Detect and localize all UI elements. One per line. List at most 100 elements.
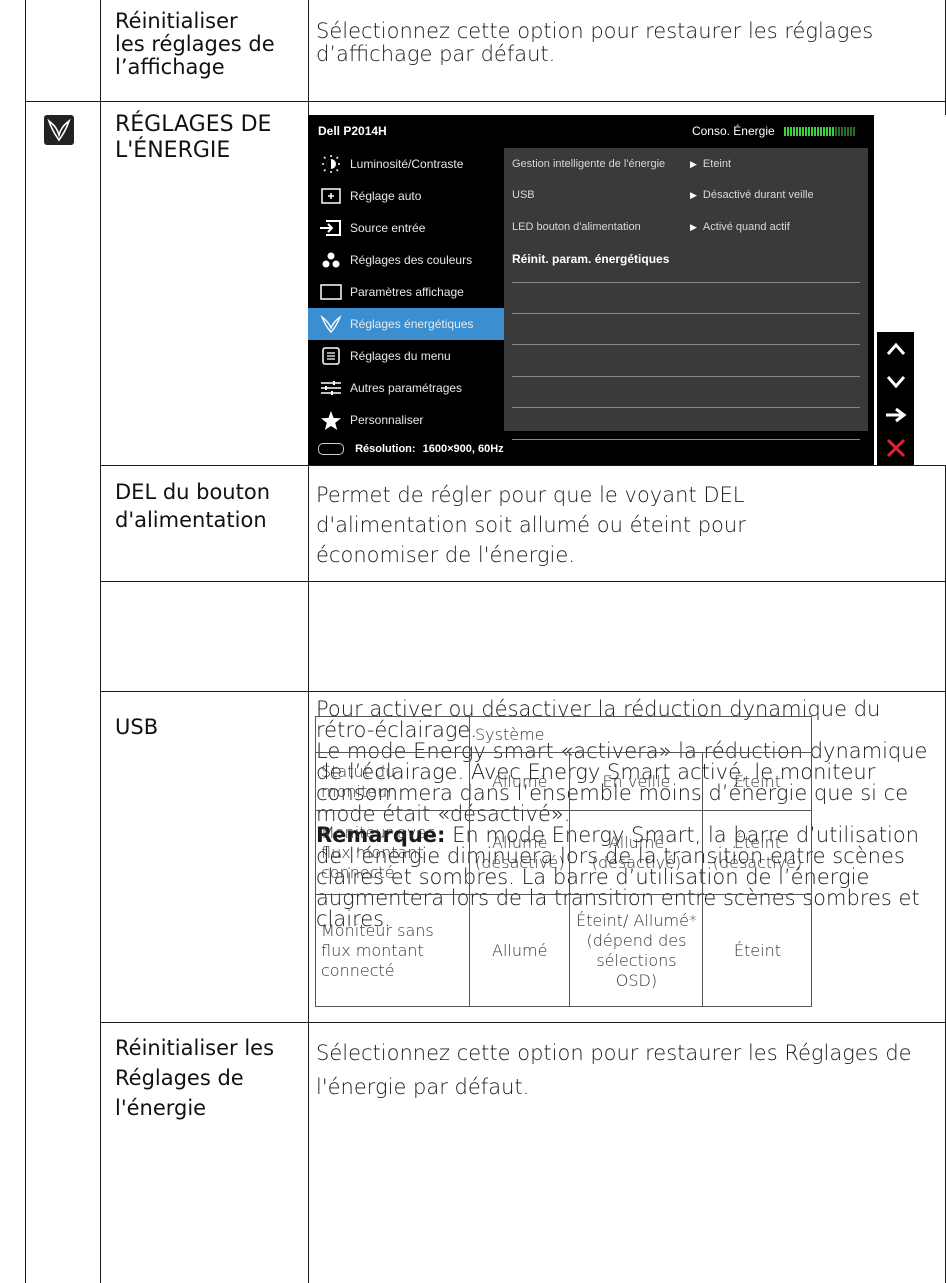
table-cell: Allumé (désactivé) (468, 810, 571, 895)
osd-submenu: Gestion intelligente de l'énergie Eteint U… (504, 148, 868, 440)
down-arrow-icon[interactable] (877, 365, 914, 398)
osd-energy-consumption: Conso. Énergie (692, 124, 856, 138)
energy-meter-segment (784, 127, 786, 137)
osd-menu-item-label: Réglages des couleurs (350, 253, 473, 267)
energy-meter-segment (844, 127, 846, 137)
table-cell: En veille (569, 752, 704, 811)
reset-energy-label: Réinitialiser les Réglages de l'énergie (115, 1036, 275, 1120)
reset-energy-description: Sélectionnez cette option pour restaurer… (316, 1041, 912, 1099)
energy-meter-segment (811, 127, 813, 137)
energy-meter-segment (814, 127, 816, 137)
energy-leaf-icon (44, 115, 74, 145)
energy-meter (784, 127, 856, 137)
label-column-border (308, 465, 309, 1283)
energy-meter-segment (820, 127, 822, 137)
osd-menu-item-label: Réglage auto (350, 189, 422, 203)
energy-meter-segment (853, 127, 855, 137)
star-icon (320, 411, 342, 430)
osd-menu-item-label: Personnaliser (350, 413, 424, 427)
icon-column-border (100, 0, 101, 1283)
energy-meter-segment (823, 127, 825, 137)
osd-menu-item[interactable]: Source entrée (308, 212, 504, 244)
energy-meter-segment (838, 127, 840, 137)
osd-menu-item[interactable]: Réglage auto (308, 180, 504, 212)
energy-meter-segment (799, 127, 801, 137)
table-row-label: Statut du moniteur (315, 752, 470, 811)
osd-menu-item-label: Réglages du menu (350, 349, 451, 363)
osd-option-name: USB (512, 189, 535, 202)
label-column-border (308, 0, 309, 115)
energy-meter-segment (802, 127, 804, 137)
osd-menu-item[interactable]: Réglages du menu (308, 340, 504, 372)
osd-menu-item-label: Luminosité/Contraste (350, 157, 464, 171)
input-source-icon (320, 219, 342, 237)
osd-menu-item[interactable]: Autres paramétrages (308, 372, 504, 404)
osd-navigation-buttons (877, 332, 914, 465)
row-divider (100, 465, 946, 466)
osd-model-name: Dell P2014H (318, 124, 387, 138)
energy-meter-segment (787, 127, 789, 137)
osd-row-separator (512, 281, 860, 283)
osd-option-row[interactable]: LED bouton d'alimentation Activé quand ac… (512, 211, 860, 243)
osd-option-value: Désactivé durant veille (690, 189, 814, 201)
osd-option-name: Gestion intelligente de l'énergie (512, 158, 666, 170)
energy-meter-segment (808, 127, 810, 137)
table-cell: Allumé (désactivé) (569, 810, 704, 895)
osd-menu-item-label: Source entrée (350, 221, 426, 235)
energy-meter-segment (841, 127, 843, 137)
color-settings-icon (320, 251, 342, 269)
energy-meter-segment (793, 127, 795, 137)
reset-display-label: Réinitialiser les réglages de l’affichag… (115, 9, 275, 79)
resolution-icon (318, 443, 344, 456)
menu-settings-icon (320, 347, 342, 365)
table-row-label: Moniteur avec flux montant connecté (315, 810, 470, 895)
power-led-label: DEL du bouton d'alimentation (115, 480, 271, 532)
osd-menu-item[interactable]: Réglages énergétiques (308, 308, 504, 340)
osd-row-separator (512, 344, 860, 346)
osd-option-row[interactable]: USB Désactivé durant veille (512, 179, 860, 211)
energy-meter-segment (826, 127, 828, 137)
energy-meter-segment (817, 127, 819, 137)
up-arrow-icon[interactable] (877, 332, 914, 365)
row-divider (100, 581, 946, 582)
energy-meter-segment (832, 127, 834, 137)
table-row: Moniteur sans flux montant connecté Allum… (315, 894, 813, 1007)
table-cell: Éteint/ Allumé*(dépend des sélections OS… (569, 894, 704, 1007)
table-row: Moniteur avec flux montant connecté Allum… (315, 810, 813, 895)
table-cell: Éteint (702, 752, 813, 811)
osd-menu-item-label: Réglages énergétiques (350, 317, 474, 331)
osd-option-name: LED bouton d'alimentation (512, 220, 641, 233)
osd-main-menu: Luminosité/Contraste Réglage auto Source e… (308, 148, 504, 436)
osd-menu-screenshot: Dell P2014H Conso. Énergie Luminosité/Co… (308, 115, 874, 465)
other-settings-icon (320, 379, 342, 397)
close-icon[interactable] (877, 431, 914, 464)
table-cell: Allumé (468, 752, 571, 811)
energy-meter-segment (790, 127, 792, 137)
osd-menu-item[interactable]: Luminosité/Contraste (308, 148, 504, 180)
row-divider (25, 101, 946, 102)
osd-menu-item-label: Autres paramétrages (350, 381, 463, 395)
energy-leaf-icon (320, 314, 342, 333)
table-cell: Allumé (468, 894, 571, 1007)
auto-adjust-icon (320, 187, 342, 205)
energy-meter-segment (850, 127, 852, 137)
osd-menu-item[interactable]: Réglages des couleurs (308, 244, 504, 276)
table-cell: Éteint (désactivé) (702, 810, 813, 895)
display-settings-icon (320, 283, 342, 301)
osd-option-row[interactable]: Réinit. param. énergétiques (512, 242, 860, 274)
osd-menu-item-label: Paramètres affichage (350, 285, 464, 299)
right-arrow-icon[interactable] (877, 398, 914, 431)
brightness-icon (320, 155, 342, 173)
table-cell: Éteint (702, 894, 813, 1007)
outer-left-border (25, 0, 26, 1283)
osd-row-separator (512, 375, 860, 377)
osd-row-separator (512, 438, 860, 440)
osd-option-row[interactable]: Gestion intelligente de l'énergie Eteint (512, 148, 860, 180)
table-row-label: Moniteur sans flux montant connecté (315, 894, 470, 1007)
system-header: Système (468, 716, 813, 753)
osd-option-value: Activé quand actif (690, 221, 790, 233)
osd-menu-item[interactable]: Personnaliser (308, 404, 504, 436)
osd-energy-label: Conso. Énergie (691, 124, 775, 138)
resolution-value: 1600×900, 60Hz (422, 443, 504, 455)
osd-menu-item[interactable]: Paramètres affichage (308, 276, 504, 308)
